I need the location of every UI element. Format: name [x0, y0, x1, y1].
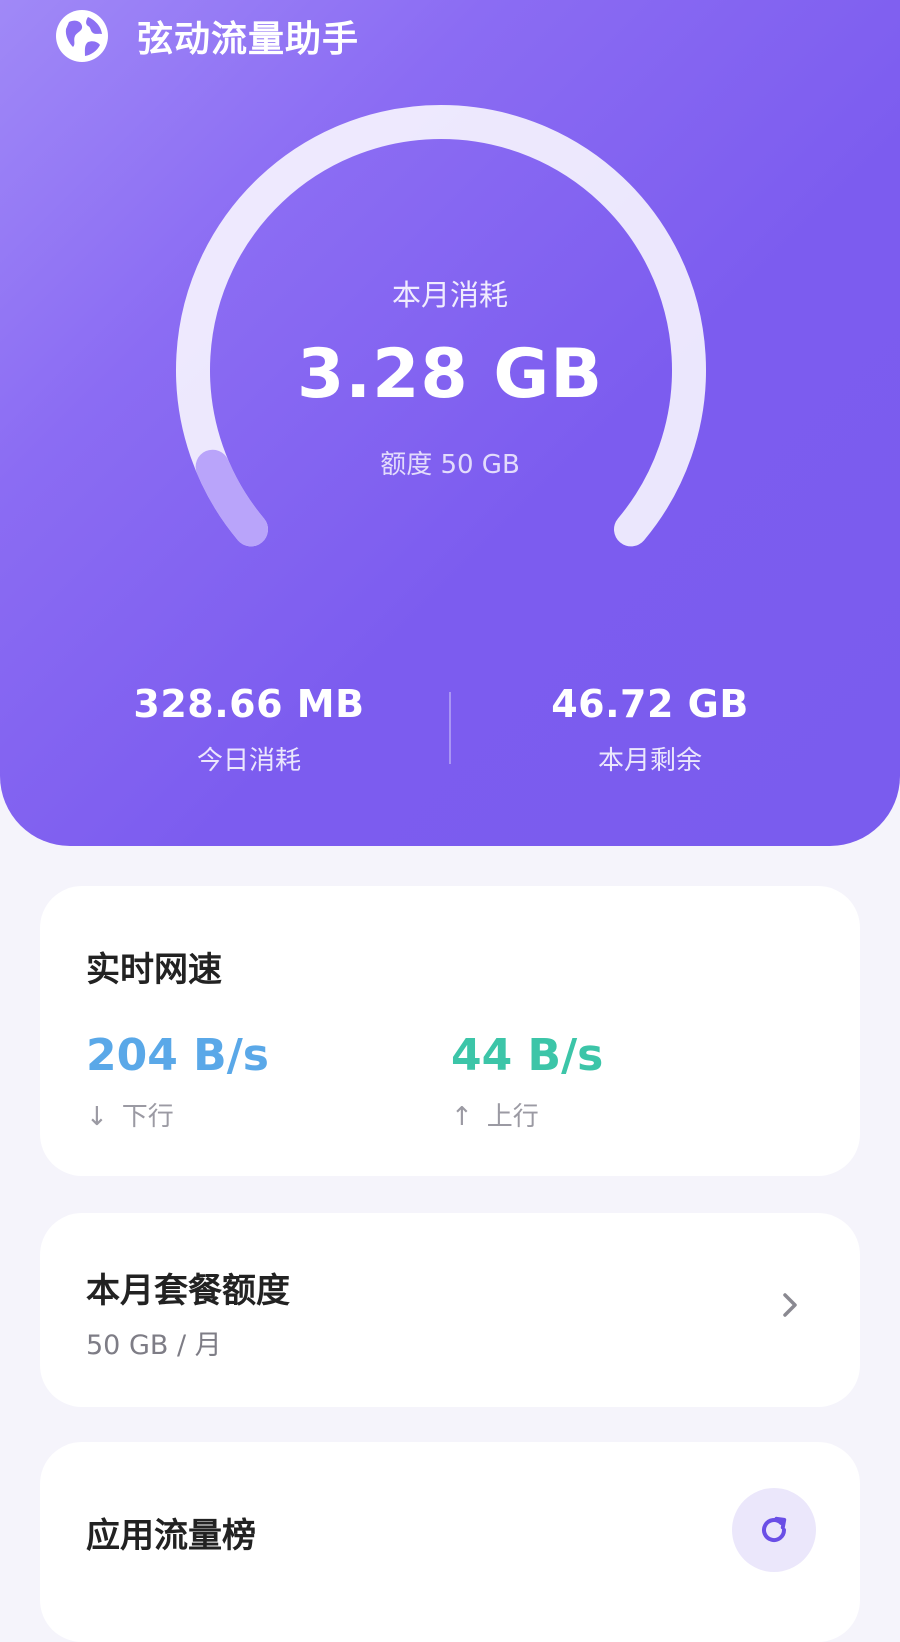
monthly-plan-card[interactable]: 本月套餐额度 50 GB / 月	[40, 1213, 860, 1407]
download-speed-value: 204 B/s	[86, 1030, 269, 1081]
app-title: 弦动流量助手	[137, 19, 360, 60]
monthly-plan-value: 50 GB / 月	[86, 1330, 222, 1361]
arrow-down-icon: ↓	[86, 1102, 108, 1132]
refresh-icon	[762, 1516, 787, 1543]
monthly-usage-value: 3.28 GB	[296, 335, 604, 414]
realtime-speed-card: 实时网速 204 B/s ↓ 下行 44 B/s ↑ 上行	[40, 886, 860, 1176]
download-label-row: ↓ 下行	[86, 1096, 174, 1133]
today-usage-label: 今日消耗	[196, 746, 301, 776]
monthly-quota-text: 额度 50 GB	[380, 450, 520, 480]
monthly-remaining-value: 46.72 GB	[551, 682, 749, 726]
today-usage-value: 328.66 MB	[133, 682, 365, 726]
monthly-remaining-stat: 46.72 GB 本月剩余	[500, 682, 800, 777]
chevron-right-icon[interactable]	[776, 1291, 804, 1319]
upload-label: 上行	[486, 1102, 539, 1132]
refresh-button[interactable]	[732, 1488, 816, 1572]
arrow-up-icon: ↑	[451, 1102, 473, 1132]
upload-speed-value: 44 B/s	[451, 1030, 604, 1081]
monthly-usage-label: 本月消耗	[391, 278, 508, 312]
app-bar: 弦动流量助手	[55, 6, 359, 66]
monthly-plan-title: 本月套餐额度	[86, 1271, 290, 1311]
globe-icon	[56, 10, 108, 62]
app-ranking-title: 应用流量榜	[86, 1516, 256, 1556]
stat-divider	[449, 692, 451, 764]
app-ranking-card: 应用流量榜	[40, 1442, 860, 1642]
monthly-remaining-label: 本月剩余	[597, 746, 702, 776]
download-label: 下行	[121, 1102, 174, 1132]
today-usage-stat: 328.66 MB 今日消耗	[99, 682, 399, 777]
usage-header: 弦动流量助手 本月消耗 3.28 GB 额度 50 GB 328.66 MB 今…	[0, 0, 900, 846]
realtime-speed-title: 实时网速	[86, 950, 222, 990]
upload-label-row: ↑ 上行	[451, 1096, 539, 1133]
